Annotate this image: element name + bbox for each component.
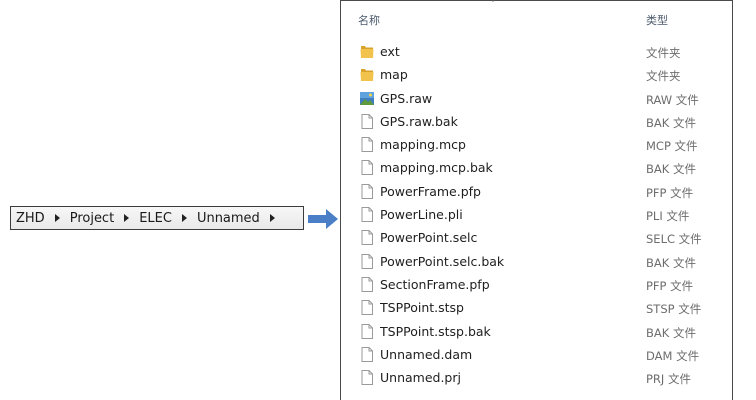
file-type: SELC 文件 [646,232,702,247]
file-name: SectionFrame.pfp [380,276,490,292]
sort-caret-icon: ˇ [491,0,495,9]
column-header-type[interactable]: 类型 [646,12,668,28]
file-name: Unnamed.prj [380,370,461,386]
breadcrumb-separator-icon[interactable] [269,214,275,222]
image-file-icon [359,90,375,107]
right-arrow-icon [308,209,338,229]
file-name: Unnamed.dam [380,346,473,362]
file-type: PLI 文件 [646,209,690,224]
file-name: mapping.mcp.bak [380,160,493,176]
file-type: PFP 文件 [646,185,694,200]
folder-icon [359,43,375,60]
file-name: TSPPoint.stsp.bak [380,323,491,339]
breadcrumb-item-zhd[interactable]: ZHD [15,211,46,226]
file-name: PowerPoint.selc.bak [380,253,505,269]
file-type: BAK 文件 [646,162,696,177]
file-name: GPS.raw.bak [380,113,458,129]
file-name: mapping.mcp [380,137,466,153]
file-name: TSPPoint.stsp [380,300,464,316]
file-row[interactable]: Unnamed.prj PRJ 文件 [341,366,732,389]
breadcrumb[interactable]: ZHD Project ELEC Unnamed [10,206,304,230]
file-name: PowerLine.pli [380,207,463,223]
file-row[interactable]: mapping.mcp MCP 文件 [341,133,732,156]
file-type: PFP 文件 [646,278,694,293]
file-icon [359,346,375,363]
file-name: ext [380,44,400,59]
figure: ZHD Project ELEC Unnamed 名称 ˇ 类型 ext 文件夹… [0,0,756,400]
file-row[interactable]: PowerFrame.pfp PFP 文件 [341,180,732,203]
file-icon [359,113,375,130]
file-row[interactable]: ext 文件夹 [341,40,732,63]
file-type: BAK 文件 [646,255,696,270]
file-icon [359,323,375,340]
file-list: ext 文件夹 map 文件夹 GPS.raw RAW 文件 GPS.raw.b… [341,40,732,389]
file-type: 文件夹 [646,69,681,84]
file-type: MCP 文件 [646,139,698,154]
right-arrow-shape [308,209,338,229]
file-icon [359,136,375,153]
file-type: 文件夹 [646,46,681,60]
file-row[interactable]: TSPPoint.stsp STSP 文件 [341,296,732,319]
folder-icon [359,66,375,83]
column-header: 名称 ˇ 类型 [341,1,732,37]
breadcrumb-item-project[interactable]: Project [69,211,115,226]
file-type: STSP 文件 [646,302,702,317]
file-icon [359,229,375,246]
file-row[interactable]: SectionFrame.pfp PFP 文件 [341,273,732,296]
file-name: map [380,67,408,83]
column-header-name[interactable]: 名称 [358,12,380,28]
file-row[interactable]: PowerPoint.selc SELC 文件 [341,226,732,249]
file-row[interactable]: GPS.raw RAW 文件 [341,87,732,110]
file-icon [359,276,375,293]
breadcrumb-separator-icon[interactable] [181,214,187,222]
breadcrumb-separator-icon[interactable] [54,214,60,222]
file-name: PowerPoint.selc [380,230,478,246]
file-type: BAK 文件 [646,115,696,130]
file-explorer-panel: 名称 ˇ 类型 ext 文件夹 map 文件夹 GPS.raw RAW 文件 G… [340,0,733,400]
breadcrumb-item-unnamed[interactable]: Unnamed [196,211,261,226]
file-type: BAK 文件 [646,325,696,340]
file-row[interactable]: Unnamed.dam DAM 文件 [341,343,732,366]
file-icon [359,206,375,223]
file-name: PowerFrame.pfp [380,183,481,199]
file-type: RAW 文件 [646,92,699,107]
file-icon [359,183,375,200]
file-icon [359,299,375,316]
file-type: DAM 文件 [646,348,700,363]
file-row[interactable]: PowerLine.pli PLI 文件 [341,203,732,226]
file-icon [359,253,375,270]
file-icon [359,369,375,386]
breadcrumb-item-elec[interactable]: ELEC [138,211,173,226]
breadcrumb-separator-icon[interactable] [124,214,130,222]
file-icon [359,159,375,176]
file-row[interactable]: map 文件夹 [341,63,732,86]
file-row[interactable]: GPS.raw.bak BAK 文件 [341,110,732,133]
file-row[interactable]: PowerPoint.selc.bak BAK 文件 [341,250,732,273]
file-type: PRJ 文件 [646,372,691,387]
file-name: GPS.raw [380,90,433,106]
file-row[interactable]: TSPPoint.stsp.bak BAK 文件 [341,320,732,343]
file-row[interactable]: mapping.mcp.bak BAK 文件 [341,156,732,179]
